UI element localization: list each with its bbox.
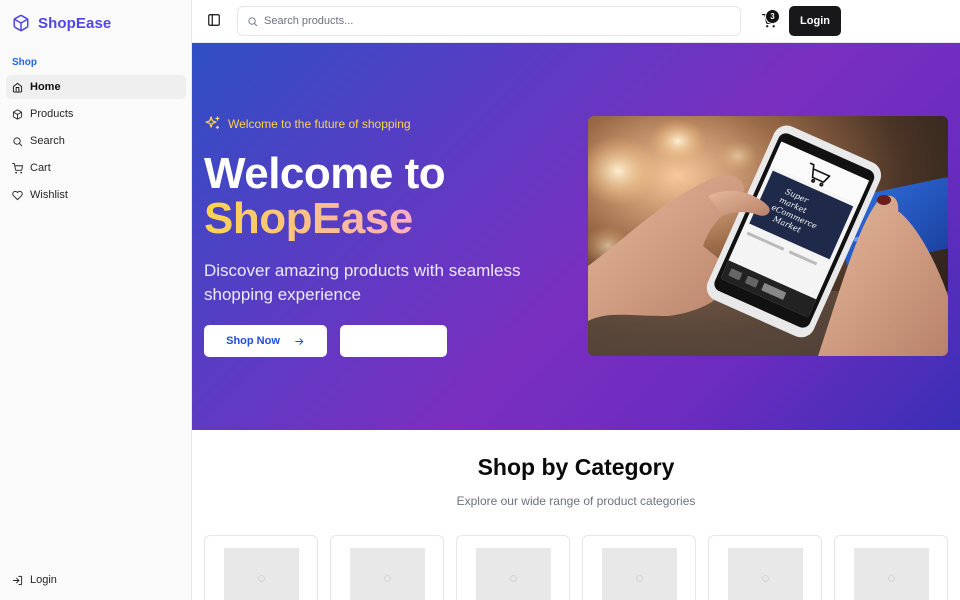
sidebar-login-label: Login (30, 574, 57, 586)
sidebar-item-label: Cart (30, 162, 51, 174)
brand[interactable]: ShopEase (12, 12, 111, 34)
sidebar-toggle-icon[interactable] (207, 13, 221, 27)
hero-title-brand: ShopEase (204, 196, 445, 241)
loading-spinner-icon (888, 574, 895, 582)
category-card[interactable] (834, 535, 948, 600)
category-image-placeholder (476, 548, 551, 600)
hero-title-line1: Welcome to (204, 149, 446, 198)
category-grid (204, 535, 950, 600)
box-icon (12, 108, 23, 120)
loading-spinner-icon (762, 574, 769, 582)
sidebar-item-label: Products (30, 108, 74, 120)
category-card[interactable] (582, 535, 696, 600)
phone-shopping-illustration: Super market eCommerce Market (588, 116, 948, 356)
sidebar: ShopEase Shop Home Products Search Cart … (0, 0, 192, 600)
heart-icon (12, 190, 23, 200)
search-input[interactable] (264, 15, 734, 27)
brand-name: ShopEase (38, 14, 112, 32)
hero-tagline-text: Welcome to the future of shopping (228, 116, 411, 131)
sidebar-item-cart[interactable]: Cart (6, 156, 186, 180)
categories-title: Shop by Category (477, 454, 675, 480)
sidebar-login-link[interactable]: Login (12, 574, 57, 586)
login-button[interactable]: Login (789, 6, 841, 36)
sidebar-item-home[interactable]: Home (6, 75, 186, 99)
category-image-placeholder (854, 548, 929, 600)
category-image-placeholder (224, 548, 299, 600)
loading-spinner-icon (384, 574, 391, 582)
category-card[interactable] (330, 535, 444, 600)
login-icon (12, 575, 23, 585)
shop-now-label: Shop Now (226, 335, 280, 347)
secondary-hero-button[interactable] (340, 325, 447, 357)
sidebar-item-label: Wishlist (30, 189, 68, 201)
search-icon (248, 16, 258, 26)
top-bar: 3 Login (192, 0, 960, 43)
sidebar-item-wishlist[interactable]: Wishlist (6, 183, 186, 207)
sidebar-item-label: Search (30, 135, 65, 147)
category-card[interactable] (456, 535, 570, 600)
home-icon (12, 82, 23, 93)
hero-tagline: Welcome to the future of shopping (204, 115, 411, 132)
sidebar-item-label: Home (30, 81, 61, 93)
sidebar-nav: Home Products Search Cart Wishlist (6, 75, 186, 210)
sparkles-icon (205, 116, 220, 130)
category-image-placeholder (728, 548, 803, 600)
search-icon (13, 136, 23, 146)
category-card[interactable] (204, 535, 318, 600)
hero-image: Super market eCommerce Market (588, 116, 948, 356)
hero-section: Welcome to the future of shopping Welcom… (192, 43, 960, 430)
loading-spinner-icon (258, 574, 265, 582)
loading-spinner-icon (636, 574, 643, 582)
package-icon (13, 14, 29, 32)
cart-count-badge: 3 (765, 9, 780, 24)
categories-subtitle: Explore our wide range of product catego… (456, 494, 696, 508)
arrow-right-icon (295, 337, 304, 345)
category-image-placeholder (350, 548, 425, 600)
hero-title: Welcome to ShopEase (204, 149, 446, 241)
sidebar-item-products[interactable]: Products (6, 102, 186, 126)
search-bar[interactable] (237, 6, 741, 36)
shop-now-button[interactable]: Shop Now (204, 325, 327, 357)
loading-spinner-icon (510, 574, 517, 582)
sidebar-item-search[interactable]: Search (6, 129, 186, 153)
hero-subtitle: Discover amazing products with seamless … (204, 261, 521, 304)
category-image-placeholder (602, 548, 677, 600)
cart-icon (12, 162, 23, 174)
sidebar-section-label: Shop (12, 57, 37, 68)
category-card[interactable] (708, 535, 822, 600)
